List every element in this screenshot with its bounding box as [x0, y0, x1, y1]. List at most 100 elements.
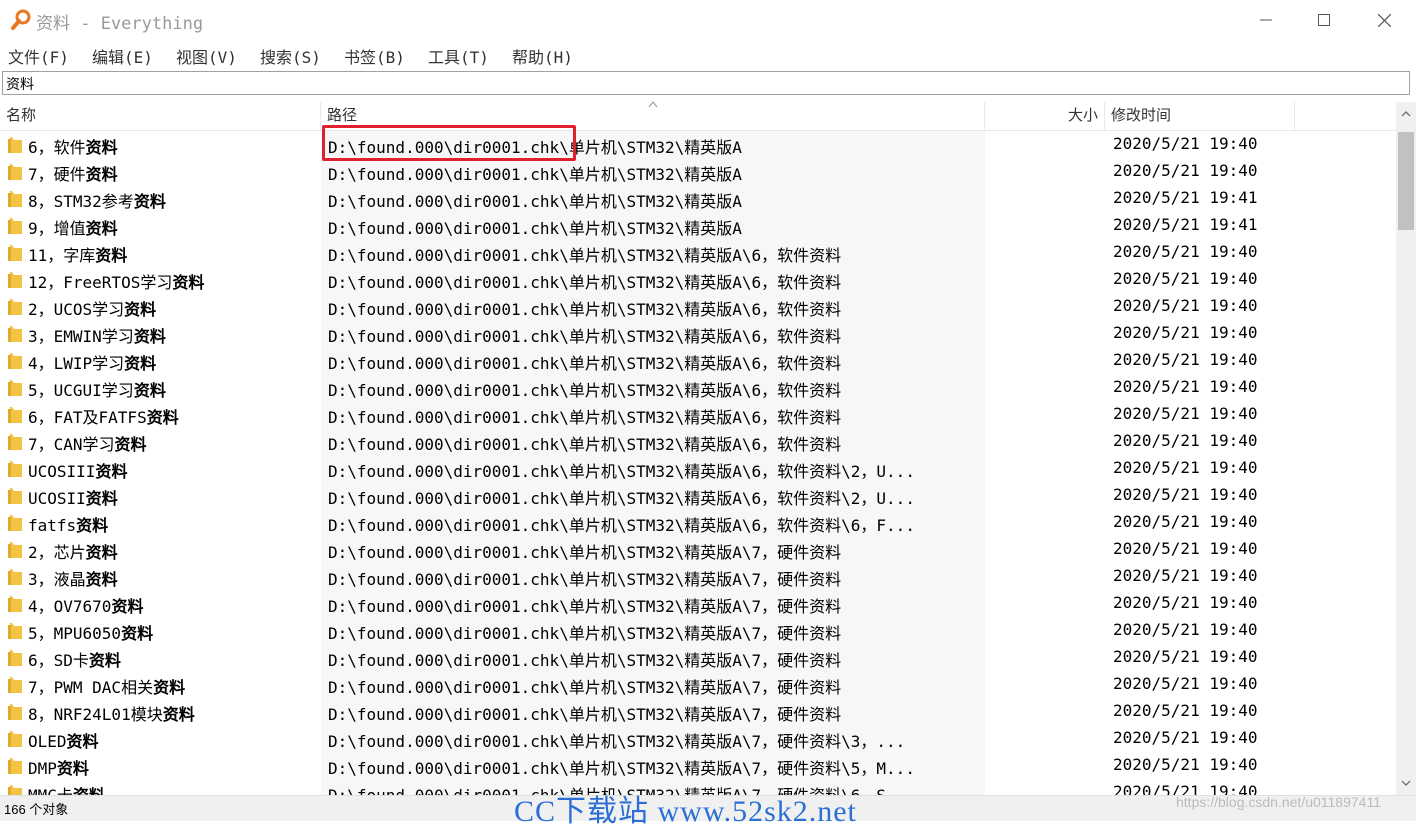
modified-time: 2020/5/21 19:40 [1113, 242, 1258, 261]
table-row[interactable]: 12，FreeRTOS学习资料 D:\found.000\dir0001.chk\… [0, 266, 1396, 293]
folder-icon [8, 245, 22, 261]
folder-icon [8, 326, 22, 342]
file-path: D:\found.000\dir0001.chk\单片机\STM32\精英版A\… [328, 759, 915, 778]
table-row[interactable]: 6，软件资料 D:\found.000\dir0001.chk\单片机\STM32… [0, 131, 1396, 158]
menu-file[interactable]: 文件(F) [8, 44, 69, 68]
file-name: 5，UCGUI学习资料 [28, 381, 166, 400]
table-row[interactable]: 11，字库资料 D:\found.000\dir0001.chk\单片机\STM3… [0, 239, 1396, 266]
file-path: D:\found.000\dir0001.chk\单片机\STM32\精英版A\… [328, 300, 842, 319]
scroll-up-button[interactable] [1396, 104, 1416, 124]
file-path: D:\found.000\dir0001.chk\单片机\STM32\精英版A\… [328, 462, 915, 481]
file-path: D:\found.000\dir0001.chk\单片机\STM32\精英版A\… [328, 516, 915, 535]
table-row[interactable]: 2，芯片资料 D:\found.000\dir0001.chk\单片机\STM32… [0, 536, 1396, 563]
table-row[interactable]: 7，硬件资料 D:\found.000\dir0001.chk\单片机\STM32… [0, 158, 1396, 185]
maximize-icon [1318, 14, 1330, 26]
modified-time: 2020/5/21 19:40 [1113, 566, 1258, 585]
file-path: D:\found.000\dir0001.chk\单片机\STM32\精英版A\… [328, 273, 842, 292]
scrollbar-thumb[interactable] [1398, 132, 1414, 230]
folder-icon [8, 380, 22, 396]
column-size[interactable]: 大小 [985, 102, 1105, 130]
window-title: 资料 - Everything [36, 14, 204, 34]
file-name: UCOSIII资料 [28, 462, 128, 481]
file-path: D:\found.000\dir0001.chk\单片机\STM32\精英版A\… [328, 489, 915, 508]
folder-icon [8, 704, 22, 720]
chevron-up-icon [1401, 111, 1411, 117]
modified-time: 2020/5/21 19:40 [1113, 323, 1258, 342]
maximize-button[interactable] [1294, 0, 1354, 40]
table-row[interactable]: OLED资料 D:\found.000\dir0001.chk\单片机\STM32… [0, 725, 1396, 752]
file-path: D:\found.000\dir0001.chk\单片机\STM32\精英版A\… [328, 570, 842, 589]
table-row[interactable]: 7，PWM DAC相关资料 D:\found.000\dir0001.chk\单片… [0, 671, 1396, 698]
search-input[interactable]: 资料 [2, 71, 1410, 95]
annotation-highlight-box [322, 125, 576, 161]
table-row[interactable]: 5，MPU6050资料 D:\found.000\dir0001.chk\单片机\… [0, 617, 1396, 644]
close-button[interactable] [1354, 0, 1414, 40]
table-row[interactable]: 5，UCGUI学习资料 D:\found.000\dir0001.chk\单片机\… [0, 374, 1396, 401]
vertical-scrollbar[interactable] [1396, 102, 1416, 795]
table-row[interactable]: 9，增值资料 D:\found.000\dir0001.chk\单片机\STM32… [0, 212, 1396, 239]
table-row[interactable]: 6，FAT及FATFS资料 D:\found.000\dir0001.chk\单片… [0, 401, 1396, 428]
file-name: 6，FAT及FATFS资料 [28, 408, 179, 427]
file-path: D:\found.000\dir0001.chk\单片机\STM32\精英版A\… [328, 705, 842, 724]
modified-time: 2020/5/21 19:40 [1113, 512, 1258, 531]
menu-search[interactable]: 搜索(S) [260, 44, 321, 68]
menu-view[interactable]: 视图(V) [176, 44, 237, 68]
file-name: 8，STM32参考资料 [28, 192, 166, 211]
table-row[interactable]: 8，STM32参考资料 D:\found.000\dir0001.chk\单片机\… [0, 185, 1396, 212]
file-path: D:\found.000\dir0001.chk\单片机\STM32\精英版A\… [328, 678, 842, 697]
file-name: fatfs资料 [28, 516, 109, 535]
modified-time: 2020/5/21 19:40 [1113, 404, 1258, 423]
menu-bookmarks[interactable]: 书签(B) [344, 44, 405, 68]
table-row[interactable]: DMP资料 D:\found.000\dir0001.chk\单片机\STM32\… [0, 752, 1396, 779]
file-path: D:\found.000\dir0001.chk\单片机\STM32\精英版A\… [328, 408, 842, 427]
modified-time: 2020/5/21 19:40 [1113, 296, 1258, 315]
modified-time: 2020/5/21 19:40 [1113, 458, 1258, 477]
folder-icon [8, 164, 22, 180]
folder-icon [8, 434, 22, 450]
sort-ascending-icon [648, 101, 658, 108]
table-row[interactable]: UCOSII资料 D:\found.000\dir0001.chk\单片机\STM… [0, 482, 1396, 509]
folder-icon [8, 488, 22, 504]
minimize-button[interactable] [1236, 0, 1296, 40]
folder-icon [8, 299, 22, 315]
file-path: D:\found.000\dir0001.chk\单片机\STM32\精英版A [328, 165, 742, 184]
modified-time: 2020/5/21 19:40 [1113, 134, 1258, 153]
menu-edit[interactable]: 编辑(E) [92, 44, 153, 68]
modified-time: 2020/5/21 19:40 [1113, 350, 1258, 369]
folder-icon [8, 650, 22, 666]
table-row[interactable]: 8，NRF24L01模块资料 D:\found.000\dir0001.chk\单… [0, 698, 1396, 725]
table-row[interactable]: 4，LWIP学习资料 D:\found.000\dir0001.chk\单片机\S… [0, 347, 1396, 374]
file-name: 4，OV7670资料 [28, 597, 144, 616]
table-row[interactable]: 3，EMWIN学习资料 D:\found.000\dir0001.chk\单片机\… [0, 320, 1396, 347]
folder-icon [8, 596, 22, 612]
table-row[interactable]: UCOSIII资料 D:\found.000\dir0001.chk\单片机\ST… [0, 455, 1396, 482]
table-row[interactable]: fatfs资料 D:\found.000\dir0001.chk\单片机\STM3… [0, 509, 1396, 536]
file-path: D:\found.000\dir0001.chk\单片机\STM32\精英版A\… [328, 435, 842, 454]
scroll-down-button[interactable] [1396, 773, 1416, 793]
file-name: 5，MPU6050资料 [28, 624, 154, 643]
table-row[interactable]: 3，液晶资料 D:\found.000\dir0001.chk\单片机\STM32… [0, 563, 1396, 590]
column-name[interactable]: 名称 [0, 102, 321, 130]
column-modified[interactable]: 修改时间 [1105, 102, 1295, 130]
file-path: D:\found.000\dir0001.chk\单片机\STM32\精英版A [328, 192, 742, 211]
file-path: D:\found.000\dir0001.chk\单片机\STM32\精英版A\… [328, 597, 842, 616]
folder-icon [8, 758, 22, 774]
table-row[interactable]: 7，CAN学习资料 D:\found.000\dir0001.chk\单片机\ST… [0, 428, 1396, 455]
menu-help[interactable]: 帮助(H) [512, 44, 573, 68]
file-name: 9，增值资料 [28, 219, 118, 238]
file-name: 12，FreeRTOS学习资料 [28, 273, 205, 292]
modified-time: 2020/5/21 19:40 [1113, 593, 1258, 612]
table-row[interactable]: 6，SD卡资料 D:\found.000\dir0001.chk\单片机\STM3… [0, 644, 1396, 671]
modified-time: 2020/5/21 19:40 [1113, 485, 1258, 504]
file-path: D:\found.000\dir0001.chk\单片机\STM32\精英版A [328, 219, 742, 238]
results-list[interactable]: 6，软件资料 D:\found.000\dir0001.chk\单片机\STM32… [0, 131, 1396, 795]
table-row[interactable]: 2，UCOS学习资料 D:\found.000\dir0001.chk\单片机\S… [0, 293, 1396, 320]
file-path: D:\found.000\dir0001.chk\单片机\STM32\精英版A\… [328, 327, 842, 346]
file-name: 3，EMWIN学习资料 [28, 327, 166, 346]
table-row[interactable]: 4，OV7670资料 D:\found.000\dir0001.chk\单片机\S… [0, 590, 1396, 617]
modified-time: 2020/5/21 19:40 [1113, 269, 1258, 288]
folder-icon [8, 353, 22, 369]
menu-tools[interactable]: 工具(T) [428, 44, 489, 68]
modified-time: 2020/5/21 19:40 [1113, 539, 1258, 558]
modified-time: 2020/5/21 19:40 [1113, 674, 1258, 693]
